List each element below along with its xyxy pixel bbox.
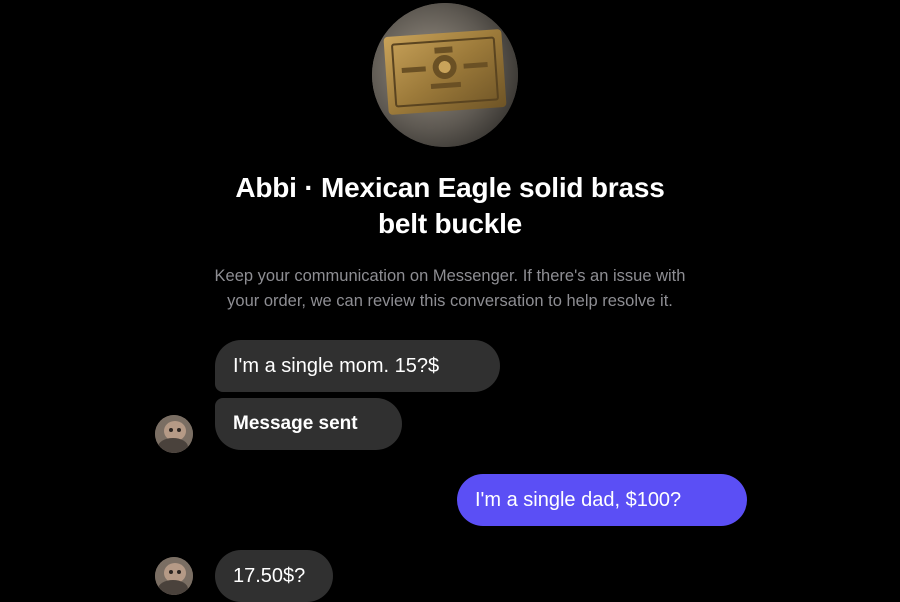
- sender-avatar[interactable]: [155, 415, 193, 453]
- listing-photo[interactable]: [372, 3, 518, 147]
- conversation-title: Abbi · Mexican Eagle solid brass belt bu…: [150, 170, 750, 242]
- notice-line-2: your order, we can review this conversat…: [227, 292, 673, 310]
- belt-buckle-icon: [372, 3, 518, 147]
- message-bubble-incoming[interactable]: Message sent: [215, 398, 402, 450]
- message-text: I'm a single dad, $100?: [475, 488, 682, 511]
- messenger-notice: Keep your communication on Messenger. If…: [130, 264, 770, 314]
- message-text: Message sent: [233, 413, 358, 434]
- message-text: 17.50$?: [233, 564, 306, 587]
- message-bubble-incoming[interactable]: I'm a single mom. 15?$: [215, 340, 500, 392]
- title-line-1: Abbi · Mexican Eagle solid brass: [235, 172, 665, 203]
- avatar-icon: [155, 415, 193, 453]
- notice-line-1: Keep your communication on Messenger. If…: [214, 267, 686, 285]
- message-text: I'm a single mom. 15?$: [233, 354, 440, 377]
- sender-avatar[interactable]: [155, 557, 193, 595]
- title-line-2: belt buckle: [377, 208, 523, 239]
- avatar-icon: [155, 557, 193, 595]
- message-bubble-incoming[interactable]: 17.50$?: [215, 550, 333, 602]
- message-bubble-outgoing[interactable]: I'm a single dad, $100?: [457, 474, 747, 526]
